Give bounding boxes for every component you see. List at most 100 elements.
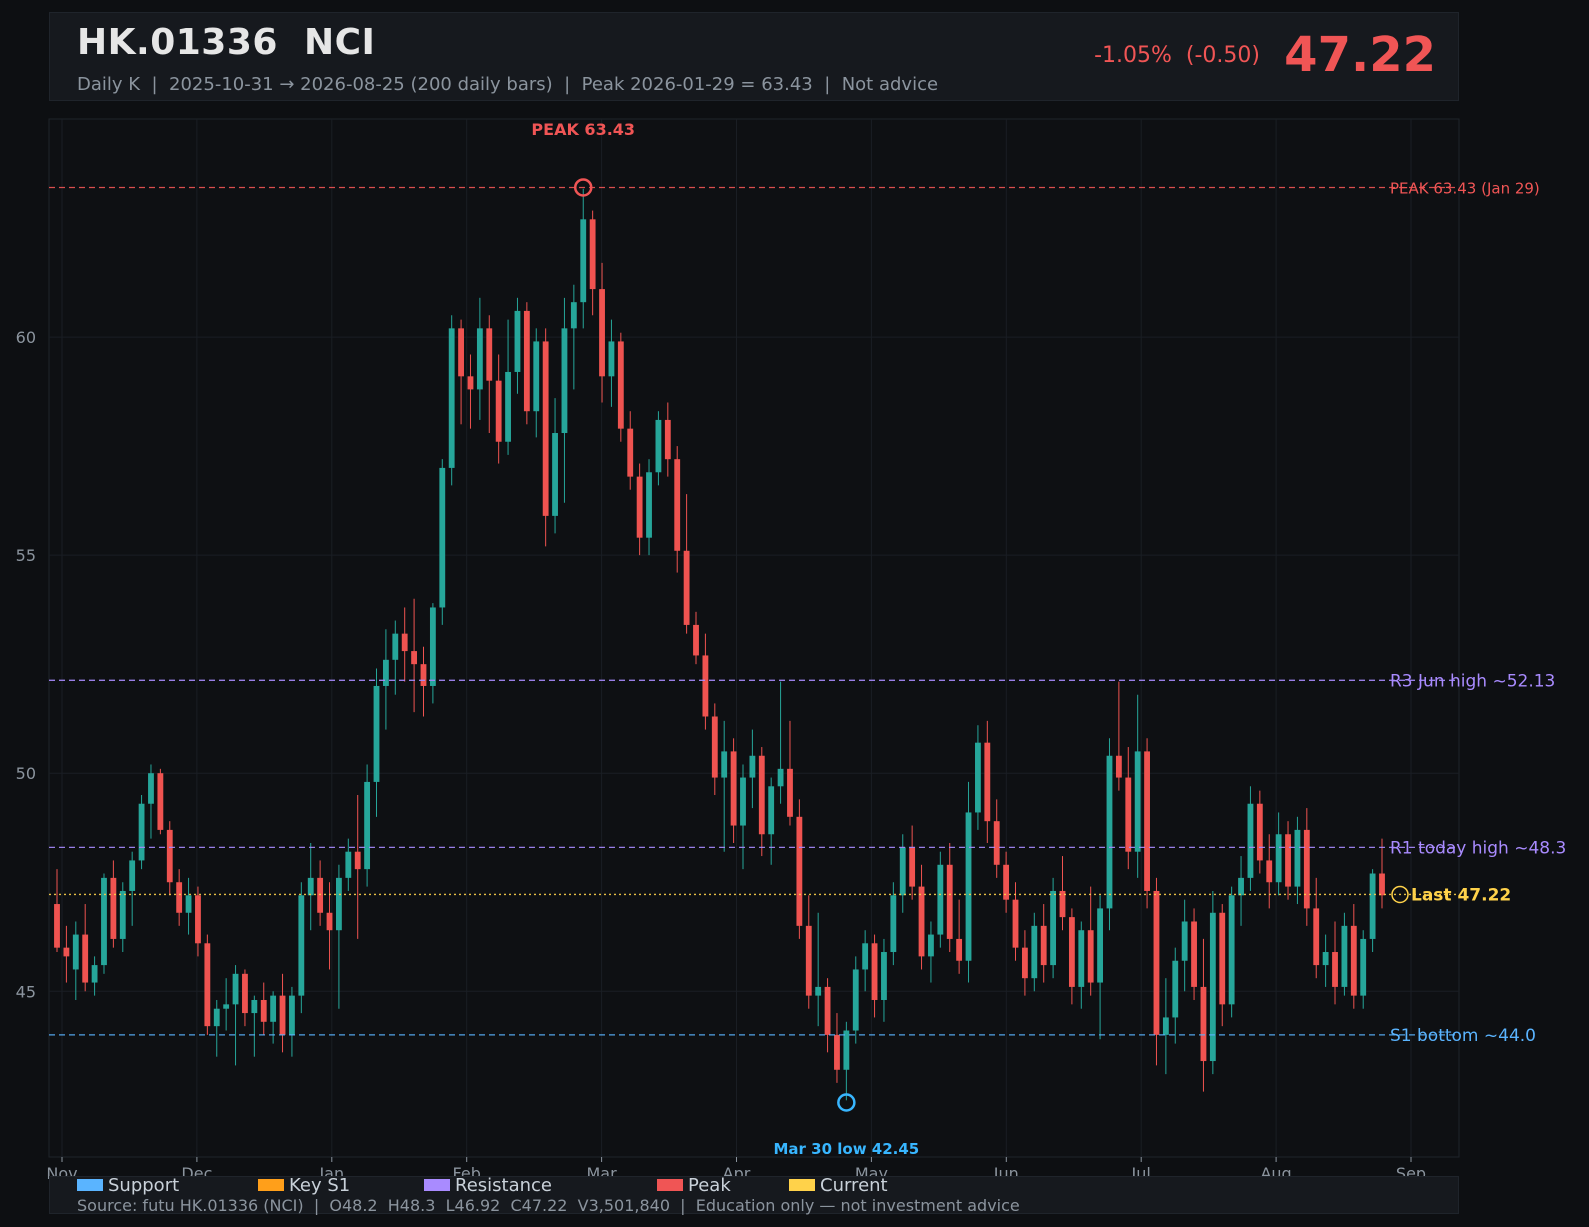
candle-body — [242, 973, 248, 1014]
candle-body — [993, 821, 1000, 865]
candle-body — [1153, 890, 1160, 1035]
candle-body — [307, 877, 314, 896]
candle-body — [599, 289, 605, 377]
candle-body — [401, 633, 408, 652]
candle-body — [176, 882, 183, 913]
candle-body — [91, 965, 98, 983]
legend-label: Key S1 — [289, 1174, 351, 1196]
candle-body — [815, 986, 822, 996]
candle-body — [1369, 873, 1376, 939]
candle-body — [899, 847, 906, 896]
candle-body — [495, 380, 502, 442]
candle-body — [542, 341, 549, 516]
candle-body — [486, 328, 493, 381]
candle-body — [1106, 755, 1113, 909]
candle-body — [1360, 938, 1367, 996]
candle-body — [157, 773, 164, 830]
candle-body — [411, 651, 418, 665]
candle-body — [1266, 860, 1273, 883]
candle-body — [1350, 925, 1357, 996]
candle-body — [533, 341, 540, 412]
legend-item: Current — [789, 1174, 888, 1196]
candle-body — [298, 895, 305, 996]
candle-body — [1247, 803, 1254, 878]
candle-body — [777, 768, 784, 787]
y-tick-label: 50 — [16, 764, 36, 783]
candle-body — [683, 550, 690, 625]
candle-body — [336, 877, 342, 931]
candle-body — [1228, 895, 1235, 1005]
candle-body — [1144, 751, 1150, 891]
candle-body — [1068, 917, 1075, 987]
candle-body — [82, 934, 89, 983]
candle-body — [354, 851, 361, 870]
legend-item: Key S1 — [258, 1174, 351, 1196]
candle-body — [119, 890, 126, 939]
candle-body — [918, 886, 925, 957]
candle-body — [364, 781, 371, 870]
candle-body — [1162, 1017, 1169, 1035]
legend-swatch — [424, 1179, 450, 1191]
candle-body — [1134, 751, 1141, 852]
level-label: PEAK 63.43 (Jan 29) — [1390, 179, 1540, 197]
candle-body — [232, 973, 239, 1005]
candle-body — [937, 864, 944, 935]
candle-body — [392, 633, 399, 660]
candle-body — [1191, 921, 1197, 987]
candle-body — [711, 716, 718, 778]
candle-body — [1087, 930, 1094, 983]
legend-label: Current — [820, 1174, 888, 1196]
candle-body — [740, 777, 746, 826]
candle-body — [1050, 890, 1057, 966]
candle-body — [1200, 986, 1207, 1062]
candle-body — [63, 947, 70, 957]
candle-body — [289, 995, 295, 1035]
candle-body — [1031, 925, 1038, 979]
candle-body — [852, 969, 859, 1031]
candle-body — [965, 812, 972, 961]
plot-area — [48, 118, 1460, 1158]
candle-body — [843, 1030, 850, 1070]
candle-body — [523, 310, 530, 412]
candle-body — [345, 851, 352, 878]
candle-body — [1209, 912, 1216, 1062]
candle-body — [862, 943, 869, 970]
candle-body — [946, 864, 953, 939]
candle-body — [1379, 873, 1385, 896]
candle-body — [458, 328, 464, 377]
candle-body — [552, 433, 558, 516]
candle-body — [570, 302, 577, 329]
candle-body — [1012, 899, 1019, 948]
legend-swatch — [657, 1179, 683, 1191]
candle-body — [439, 467, 446, 608]
level-label: R3 Jun high ~52.13 — [1390, 671, 1555, 691]
candle-body — [1332, 952, 1338, 987]
candle-body — [1078, 930, 1085, 987]
legend-swatch — [77, 1179, 103, 1191]
candle-body — [561, 328, 568, 434]
candle-body — [1285, 834, 1291, 887]
candle-body — [871, 943, 878, 1000]
candle-body — [54, 904, 60, 948]
candle-body — [975, 742, 981, 813]
chart-footer: Support Key S1 Resistance Peak Current Sourc… — [49, 1174, 1459, 1215]
legend-item: Resistance — [424, 1174, 552, 1196]
candle-body — [373, 685, 380, 782]
candle-body — [204, 943, 211, 1027]
candle-body — [185, 895, 192, 913]
candle-body — [429, 607, 436, 686]
legend-item: Support — [77, 1175, 179, 1196]
candle-body — [627, 428, 634, 477]
candle-body — [787, 768, 793, 817]
candle-body — [890, 895, 897, 953]
source-note: Source: futu HK.01336 (NCI) | O48.2 H48.… — [77, 1196, 1020, 1215]
candle-body — [805, 925, 812, 996]
candle-body — [72, 934, 79, 970]
low-annotation: Mar 30 low 42.45 — [773, 1140, 919, 1158]
candle-body — [580, 219, 587, 303]
candle-body — [1172, 960, 1179, 1018]
candle-body — [693, 624, 699, 656]
legend-label: Resistance — [455, 1174, 552, 1196]
candle-body — [1275, 834, 1282, 883]
level-label: Last 47.22 — [1411, 885, 1511, 905]
